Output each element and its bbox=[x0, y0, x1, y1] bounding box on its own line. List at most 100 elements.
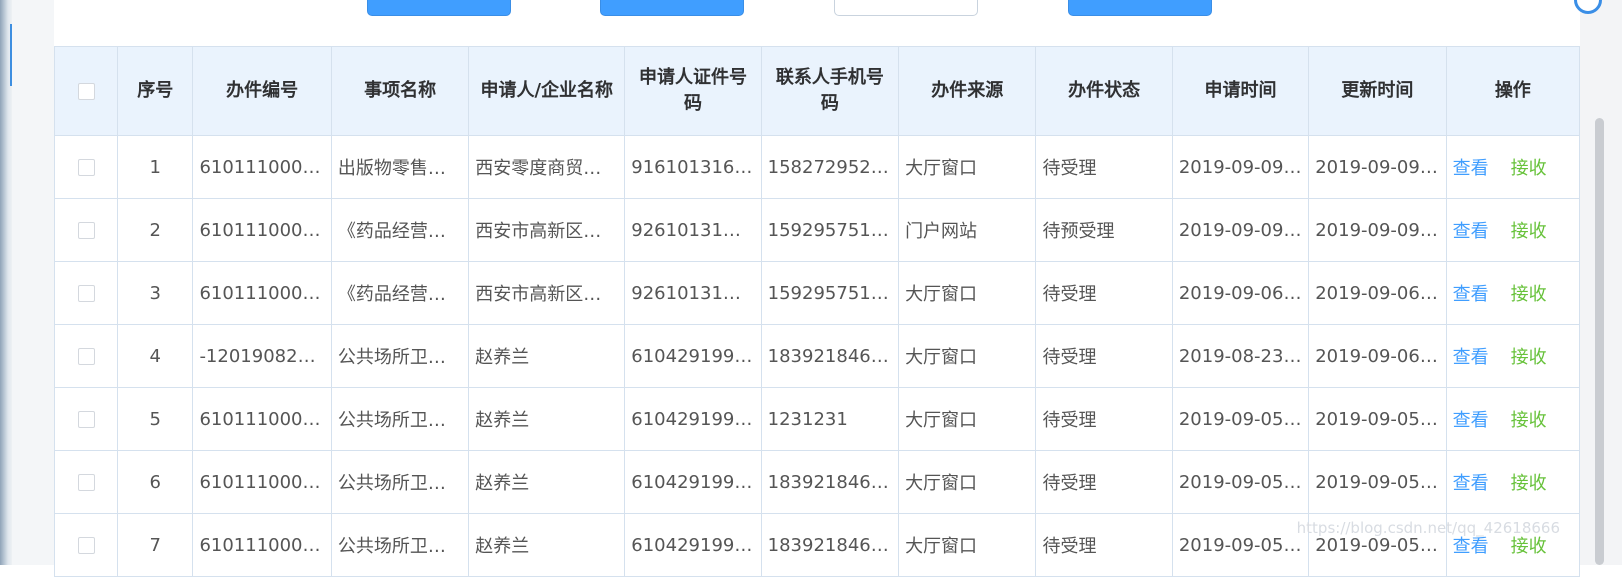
receive-link[interactable]: 接收 bbox=[1511, 158, 1547, 179]
item-name: 公共场所卫生... bbox=[330, 513, 470, 577]
row-checkbox[interactable] bbox=[77, 537, 95, 554]
case-status: 待受理 bbox=[1035, 450, 1173, 514]
row-select-cell[interactable] bbox=[53, 450, 119, 514]
receive-link[interactable]: 接收 bbox=[1511, 536, 1547, 557]
view-link[interactable]: 查看 bbox=[1453, 158, 1489, 179]
row-actions: 查看 接收 bbox=[1445, 135, 1581, 199]
item-name: 公共场所卫生... bbox=[330, 450, 470, 514]
row-select-cell[interactable] bbox=[53, 513, 119, 577]
case-code: 6101110000... bbox=[192, 135, 332, 199]
case-source: 门户网站 bbox=[898, 198, 1037, 262]
table-body: 1 6101110000... 出版物零售单... 西安零度商贸有... 9161013… bbox=[53, 135, 1581, 577]
scrollbar-thumb[interactable] bbox=[1595, 118, 1604, 565]
table-row[interactable]: 2 6101110000... 《药品经营许... 西安市高新区易... 9261013… bbox=[53, 198, 1581, 262]
view-link[interactable]: 查看 bbox=[1453, 221, 1489, 242]
row-actions: 查看 接收 bbox=[1445, 387, 1581, 451]
applicant-name: 赵养兰 bbox=[468, 387, 626, 451]
row-checkbox[interactable] bbox=[77, 159, 95, 176]
row-select-cell[interactable] bbox=[53, 324, 119, 388]
receive-link[interactable]: 接收 bbox=[1511, 284, 1547, 305]
case-code: 6101110000... bbox=[192, 198, 332, 262]
row-checkbox[interactable] bbox=[77, 411, 95, 428]
row-number: 5 bbox=[117, 387, 194, 451]
row-checkbox[interactable] bbox=[77, 348, 95, 365]
apply-time: 2019-09-05 ... bbox=[1171, 387, 1310, 451]
row-select-cell[interactable] bbox=[53, 387, 119, 451]
view-link[interactable]: 查看 bbox=[1453, 473, 1489, 494]
row-select-cell[interactable] bbox=[53, 135, 119, 199]
contact-phone: 15929575150 bbox=[760, 261, 900, 325]
contact-phone: 18392184650 bbox=[760, 450, 900, 514]
table-row[interactable]: 6 6101110000... 公共场所卫生... 赵养兰 6104291991... 1… bbox=[53, 450, 1581, 514]
applicant-name: 西安零度商贸有... bbox=[468, 135, 626, 199]
case-status: 待受理 bbox=[1035, 387, 1173, 451]
contact-phone: 15827295213 bbox=[760, 135, 900, 199]
contact-phone: 18392184650 bbox=[760, 513, 900, 577]
header-actions: 操作 bbox=[1445, 46, 1581, 136]
item-name: 公共场所卫生... bbox=[330, 324, 470, 388]
header-applicant: 申请人/企业名称 bbox=[468, 46, 626, 136]
row-actions: 查看 接收 bbox=[1445, 261, 1581, 325]
receive-link[interactable]: 接收 bbox=[1511, 410, 1547, 431]
row-actions: 查看 接收 bbox=[1445, 324, 1581, 388]
view-link[interactable]: 查看 bbox=[1453, 284, 1489, 305]
table-row[interactable]: 4 -120190823... 公共场所卫生... 赵养兰 6104291991... 1… bbox=[53, 324, 1581, 388]
toolbar-button-2[interactable] bbox=[600, 0, 744, 16]
row-select-cell[interactable] bbox=[53, 261, 119, 325]
header-no: 序号 bbox=[117, 46, 194, 136]
select-all-header[interactable] bbox=[53, 46, 119, 136]
page-left-margin bbox=[12, 0, 54, 565]
row-checkbox[interactable] bbox=[77, 474, 95, 491]
apply-time: 2019-09-09 ... bbox=[1171, 198, 1310, 262]
row-checkbox[interactable] bbox=[77, 222, 95, 239]
row-actions: 查看 接收 bbox=[1445, 198, 1581, 262]
id-number: 9161013169... bbox=[624, 135, 762, 199]
contact-phone: 15929575150 bbox=[760, 198, 900, 262]
item-name: 《药品经营许... bbox=[330, 261, 470, 325]
item-name: 公共场所卫生... bbox=[330, 387, 470, 451]
table-header-row: 序号 办件编号 事项名称 申请人/企业名称 申请人证件号码 联系人手机号码 办件… bbox=[53, 46, 1581, 136]
receive-link[interactable]: 接收 bbox=[1511, 347, 1547, 368]
row-checkbox[interactable] bbox=[77, 285, 95, 302]
case-code: 6101110000... bbox=[192, 387, 332, 451]
case-code: 6101110000... bbox=[192, 261, 332, 325]
contact-phone: 18392184650 bbox=[760, 324, 900, 388]
update-time: 2019-09-05 ... bbox=[1308, 450, 1447, 514]
toolbar-button-3[interactable] bbox=[834, 0, 978, 16]
toolbar-button-1[interactable] bbox=[367, 0, 511, 16]
receive-link[interactable]: 接收 bbox=[1511, 221, 1547, 242]
id-number: 6104291991... bbox=[624, 450, 762, 514]
receive-link[interactable]: 接收 bbox=[1511, 473, 1547, 494]
view-link[interactable]: 查看 bbox=[1453, 536, 1489, 557]
apply-time: 2019-09-09 ... bbox=[1171, 135, 1310, 199]
select-all-checkbox[interactable] bbox=[77, 82, 95, 100]
watermark: https://blog.csdn.net/qq_42618666 bbox=[1296, 519, 1560, 537]
row-number: 4 bbox=[117, 324, 194, 388]
case-status: 待受理 bbox=[1035, 513, 1173, 577]
apply-time: 2019-09-05 ... bbox=[1171, 513, 1310, 577]
row-select-cell[interactable] bbox=[53, 198, 119, 262]
toolbar bbox=[54, 0, 1602, 46]
view-link[interactable]: 查看 bbox=[1453, 347, 1489, 368]
case-code: 6101110000... bbox=[192, 450, 332, 514]
row-number: 1 bbox=[117, 135, 194, 199]
table-row[interactable]: 1 6101110000... 出版物零售单... 西安零度商贸有... 9161013… bbox=[53, 135, 1581, 199]
table-row[interactable]: 3 6101110000... 《药品经营许... 西安市高新区易... 9261013… bbox=[53, 261, 1581, 325]
header-case-code: 办件编号 bbox=[192, 46, 332, 136]
case-source: 大厅窗口 bbox=[898, 324, 1037, 388]
vertical-scrollbar[interactable] bbox=[1577, 0, 1622, 565]
update-time: 2019-09-06 ... bbox=[1308, 261, 1447, 325]
applicant-name: 赵养兰 bbox=[468, 450, 626, 514]
case-status: 待受理 bbox=[1035, 261, 1173, 325]
update-time: 2019-09-09 ... bbox=[1308, 135, 1447, 199]
update-time: 2019-09-09 ... bbox=[1308, 198, 1447, 262]
header-item-name: 事项名称 bbox=[330, 46, 470, 136]
toolbar-button-4[interactable] bbox=[1068, 0, 1212, 16]
case-status: 待预受理 bbox=[1035, 198, 1173, 262]
table-row[interactable]: 5 6101110000... 公共场所卫生... 赵养兰 6104291991... 1… bbox=[53, 387, 1581, 451]
case-source: 大厅窗口 bbox=[898, 450, 1037, 514]
view-link[interactable]: 查看 bbox=[1453, 410, 1489, 431]
case-source: 大厅窗口 bbox=[898, 135, 1037, 199]
case-source: 大厅窗口 bbox=[898, 261, 1037, 325]
applicant-name: 赵养兰 bbox=[468, 513, 626, 577]
